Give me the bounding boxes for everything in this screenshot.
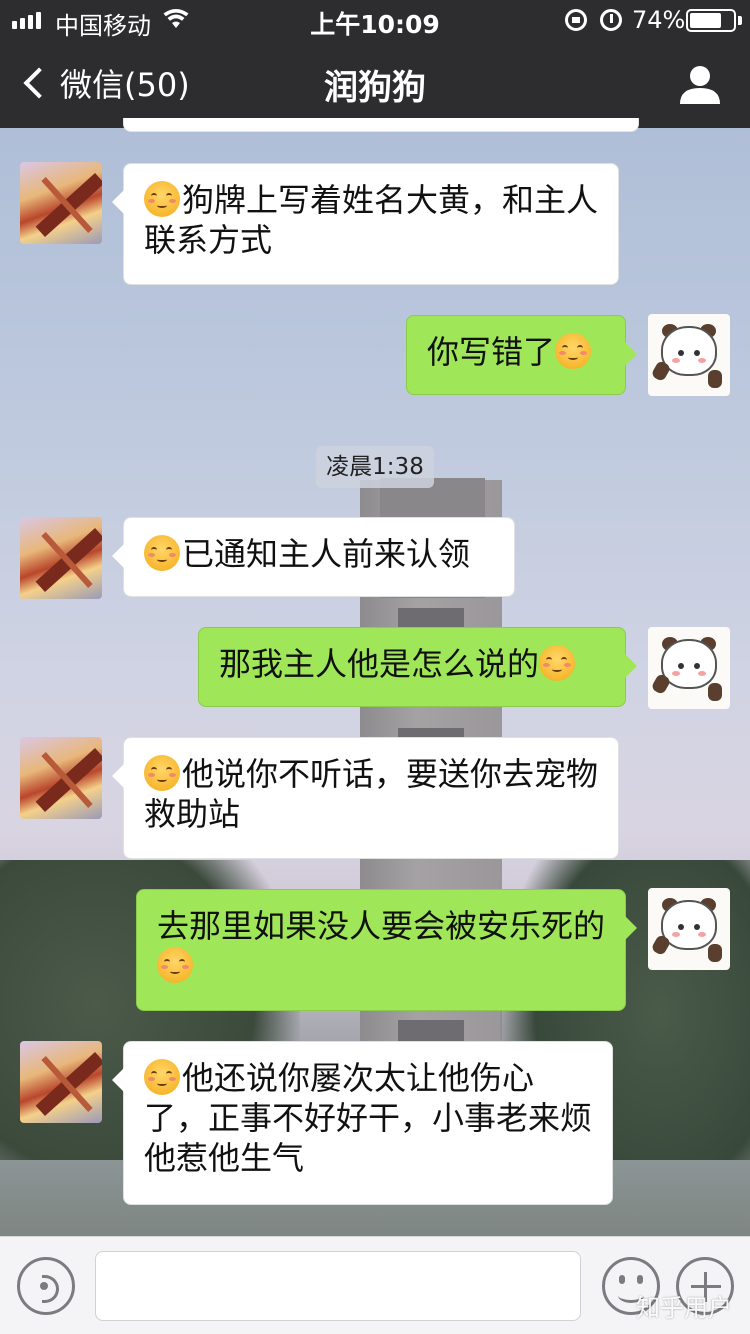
back-button-label: 微信(50) (60, 66, 190, 104)
message-text: 狗牌上写着姓名大黄，和主人联系方式 (144, 181, 599, 259)
avatar[interactable] (20, 517, 102, 599)
avatar[interactable] (20, 162, 102, 244)
message-text: 去那里如果没人要会被安乐死的 (157, 907, 606, 945)
alarm-icon (600, 9, 622, 31)
message-bubble-outgoing[interactable]: 你写错了 (406, 315, 637, 395)
message-text: 他说你不听话，要送你去宠物救助站 (144, 755, 599, 833)
avatar[interactable] (648, 314, 730, 396)
smiling-face-emoji-icon (144, 755, 180, 791)
smiling-face-emoji-icon (157, 947, 193, 983)
message-bubble-incoming[interactable]: 他还说你屡次太让他伤心了，正事不好好干，小事老来烦他惹他生气 (112, 1041, 613, 1205)
smiling-face-emoji-icon (144, 535, 180, 571)
battery-level-fill (690, 13, 721, 28)
battery-cap (738, 16, 742, 25)
rotation-lock-icon (565, 9, 587, 31)
smiling-face-emoji-icon (539, 645, 576, 681)
message-text: 已通知主人前来认领 (182, 535, 471, 573)
smiling-face-emoji-icon (144, 1059, 180, 1095)
message-bubble-incoming[interactable]: 狗牌上写着姓名大黄，和主人联系方式 (112, 163, 619, 285)
message-text: 那我主人他是怎么说的 (219, 645, 540, 683)
message-text: 他还说你屡次太让他伤心了，正事不好好干，小事老来烦他惹他生气 (144, 1059, 593, 1177)
smiling-face-emoji-icon (555, 333, 592, 369)
back-button[interactable]: 微信(50) (18, 58, 190, 108)
person-icon[interactable] (678, 62, 722, 106)
battery-percent: 74% (632, 6, 686, 34)
avatar[interactable] (20, 1041, 102, 1123)
message-bubble-outgoing[interactable]: 去那里如果没人要会被安乐死的 (136, 889, 637, 1011)
message-bubble-incoming[interactable]: 他说你不听话，要送你去宠物救助站 (112, 737, 619, 859)
avatar[interactable] (648, 627, 730, 709)
chat-timestamp: 凌晨1:38 (316, 446, 434, 488)
message-bubble-partial (123, 118, 639, 132)
status-bar: 中国移动 上午10:09 74% (0, 0, 750, 40)
message-text: 你写错了 (427, 333, 556, 371)
battery-icon (686, 9, 736, 32)
avatar[interactable] (648, 888, 730, 970)
chevron-left-icon (23, 67, 55, 99)
smiling-face-emoji-icon (144, 181, 180, 217)
message-bubble-incoming[interactable]: 已通知主人前来认领 (112, 517, 515, 597)
avatar[interactable] (20, 737, 102, 819)
message-input[interactable] (95, 1251, 581, 1321)
voice-icon[interactable] (17, 1257, 75, 1315)
message-bubble-outgoing[interactable]: 那我主人他是怎么说的 (198, 627, 637, 707)
chat-header: 微信(50) 润狗狗 (0, 40, 750, 128)
watermark: 知乎用户 (636, 1294, 732, 1322)
